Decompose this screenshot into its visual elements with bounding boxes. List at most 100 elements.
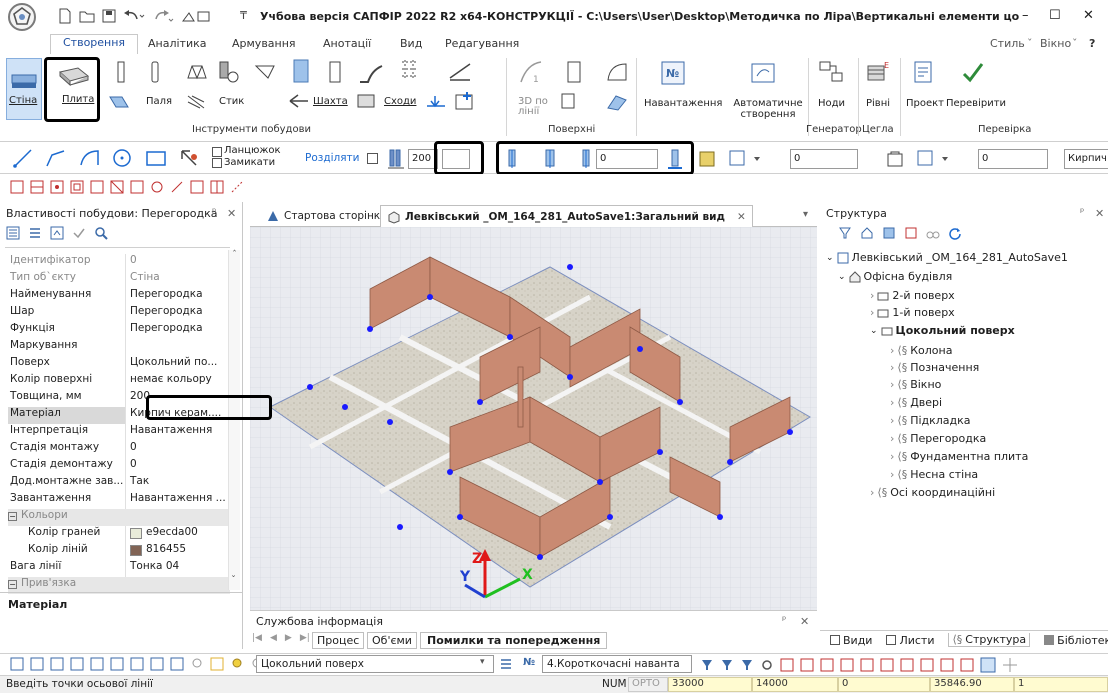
snap-center-icon[interactable] — [50, 180, 64, 194]
expand-arrow-icon[interactable]: › — [890, 361, 894, 374]
select-filter-icon[interactable] — [150, 657, 164, 671]
property-row[interactable]: Інтерпретація Навантаження — [8, 424, 230, 441]
grid-tool-icon[interactable] — [398, 58, 420, 80]
property-row[interactable]: Шар Перегородка — [8, 305, 230, 322]
select-filter-icon[interactable] — [50, 657, 64, 671]
refresh-icon[interactable] — [948, 226, 962, 240]
tab-close-icon[interactable]: ✕ — [737, 211, 746, 223]
property-value[interactable]: Навантаження — [125, 424, 230, 441]
pile-tool-icon[interactable] — [114, 60, 128, 84]
roof-tool-icon[interactable] — [108, 93, 130, 111]
tree-basement-floor[interactable]: ⌄ Цокольний поверх — [870, 324, 1015, 337]
app-logo[interactable] — [8, 3, 36, 31]
ortho-toggle-icon[interactable] — [980, 657, 996, 673]
tree-floor-2[interactable]: › 2-й поверх — [870, 289, 955, 302]
tab-reinforcement[interactable]: Армування — [232, 37, 296, 50]
pan-icon[interactable] — [1002, 657, 1018, 673]
property-row[interactable]: Найменування Перегородка — [8, 288, 230, 305]
layer-visibility-icon[interactable] — [210, 657, 224, 671]
property-row[interactable]: Стадія демонтажу 0 — [8, 458, 230, 475]
shaft-label[interactable]: Шахта — [313, 96, 348, 107]
tab-create[interactable]: Створення — [50, 34, 139, 55]
search-icon[interactable] — [94, 226, 108, 240]
floor-select-chevron-icon[interactable]: ▾ — [480, 657, 485, 667]
colors-group-header[interactable]: − Кольори — [8, 509, 230, 526]
polyline-draw-icon[interactable] — [44, 147, 68, 169]
surface-face-icon[interactable] — [560, 92, 578, 110]
property-value[interactable] — [125, 339, 230, 356]
tab-view[interactable]: Вид — [400, 37, 422, 50]
settings-icon[interactable] — [760, 658, 774, 672]
tree-group-partition[interactable]: › ⟨§ Перегородка — [890, 432, 986, 445]
chain-checkbox[interactable] — [212, 147, 222, 157]
bulb-off-icon[interactable] — [190, 657, 204, 671]
snap-tangent-icon[interactable] — [150, 180, 164, 194]
brace-tool-icon[interactable] — [186, 94, 206, 110]
property-row[interactable]: Завантаження Навантаження ... — [8, 492, 230, 509]
window-menu[interactable]: Вікно — [1040, 37, 1071, 50]
filter-icon[interactable] — [838, 226, 852, 240]
expand-arrow-icon[interactable]: › — [890, 450, 894, 463]
property-value[interactable]: Перегородка — [125, 305, 230, 322]
collapse-box-icon[interactable]: − — [8, 580, 17, 589]
property-row[interactable]: Матеріал Кирпич керам.... — [8, 407, 230, 424]
collapse-arrow-icon[interactable]: ⌄ — [826, 253, 834, 263]
column-label[interactable]: Стик — [219, 96, 244, 107]
arc-draw-icon[interactable] — [78, 147, 102, 169]
apply-check-icon[interactable] — [72, 226, 86, 240]
wall-button[interactable]: Стіна — [6, 58, 42, 120]
tab-start-page[interactable]: Стартова сторінка — [260, 205, 393, 227]
rectangle-draw-icon[interactable] — [144, 147, 168, 169]
property-value[interactable]: 200 — [125, 390, 230, 407]
tab-structure[interactable]: ⟨§ Структура — [948, 633, 1031, 647]
snap-quadrant-icon[interactable] — [90, 180, 104, 194]
select-filter-icon[interactable] — [30, 657, 44, 671]
expand-arrow-icon[interactable]: › — [890, 396, 894, 409]
expand-arrow-icon[interactable]: › — [890, 378, 894, 391]
structure-close-icon[interactable]: ✕ — [1095, 207, 1104, 220]
property-row[interactable]: Поверх Цокольний по... — [8, 356, 230, 373]
line-draw-icon[interactable] — [12, 147, 34, 169]
surface-shell-icon[interactable] — [606, 60, 628, 84]
tree-axes[interactable]: › ⟨§ Осі координаційні — [870, 486, 995, 499]
open-folder-icon[interactable] — [79, 9, 95, 23]
project-button[interactable]: Проект — [904, 58, 944, 120]
property-value[interactable]: 0 — [125, 458, 230, 475]
split-checkbox[interactable] — [367, 153, 378, 164]
nav-prev-icon[interactable]: ◀ — [270, 633, 277, 643]
expand-arrow-icon[interactable]: › — [890, 432, 894, 445]
beam-tool-icon[interactable] — [254, 62, 278, 82]
style-menu-chevron-icon[interactable]: ˇ — [1027, 37, 1033, 50]
property-value[interactable]: Кирпич керам.... — [125, 407, 230, 424]
snap-midpoint-icon[interactable] — [30, 180, 44, 194]
select-filter-icon[interactable] — [170, 657, 184, 671]
property-value[interactable]: e9ecda00 — [125, 526, 230, 543]
surface-3d-label[interactable]: 3D по лінії — [518, 97, 552, 117]
bottom-tab-errors[interactable]: Помилки та попередження — [420, 632, 608, 649]
snap-grid-icon[interactable] — [190, 180, 204, 194]
style-menu[interactable]: Стиль — [990, 37, 1025, 50]
bulb-on-icon[interactable] — [230, 657, 244, 671]
surface-panel-icon[interactable] — [565, 60, 583, 84]
tree-group-bearing-wall[interactable]: › ⟨§ Несна стіна — [890, 468, 978, 481]
pile-label[interactable]: Паля — [146, 96, 172, 107]
tab-libraries[interactable]: Бібліотеки — [1044, 634, 1108, 647]
panel-pin-icon[interactable]: ᵖ — [212, 207, 216, 218]
property-value[interactable]: 816455 — [125, 543, 230, 560]
snap-extension-icon[interactable] — [230, 180, 244, 194]
pipe-tool-icon[interactable] — [358, 62, 384, 86]
building-icon[interactable] — [882, 226, 896, 240]
tree-group-column[interactable]: › ⟨§ Колона — [890, 344, 952, 357]
circle-draw-icon[interactable] — [110, 147, 134, 169]
load-filter-icon[interactable] — [720, 658, 734, 672]
model-viewport[interactable]: Y Z X — [250, 227, 817, 610]
property-value[interactable]: Перегородка — [125, 288, 230, 305]
property-row[interactable]: Тип об`єкту Стіна — [8, 271, 230, 288]
tab-views[interactable]: Види — [830, 634, 872, 647]
quick-access-dropdown[interactable]: ₸ — [240, 9, 247, 22]
shaft-tool-icon[interactable] — [288, 93, 310, 109]
levels-button[interactable]: E Рівні — [862, 58, 896, 120]
select-filter-icon[interactable] — [110, 657, 124, 671]
undo-icon[interactable] — [123, 9, 145, 23]
surface-3d-icon[interactable]: 1 — [517, 58, 545, 86]
